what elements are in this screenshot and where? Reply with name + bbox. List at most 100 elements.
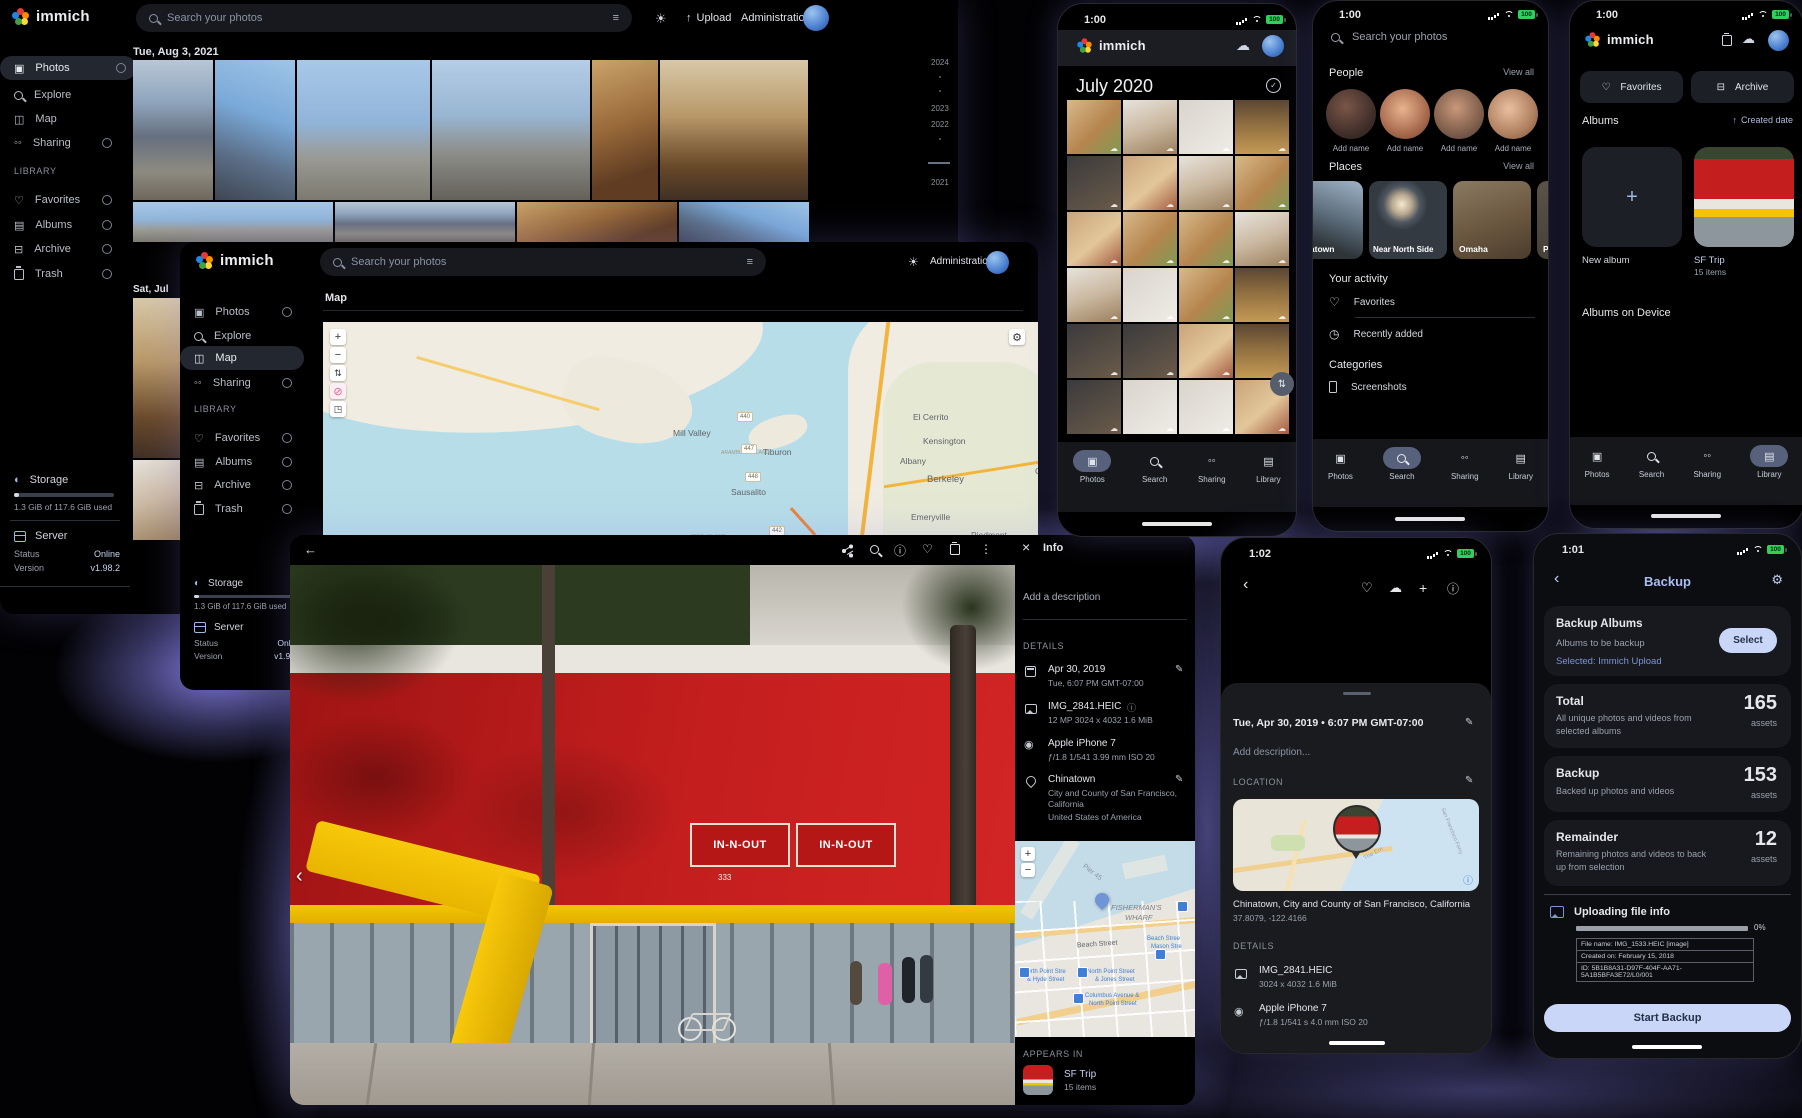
- face-item[interactable]: Add name: [1325, 89, 1377, 153]
- home-indicator[interactable]: [1651, 514, 1721, 518]
- search-input[interactable]: Search your photos ≡: [320, 248, 766, 276]
- add-description-field[interactable]: Add description...: [1233, 747, 1310, 758]
- upload-button[interactable]: ↑ Upload: [686, 12, 731, 24]
- scrubber-handle[interactable]: [928, 162, 950, 164]
- sidebar-item-map[interactable]: ◫Map: [14, 107, 57, 131]
- face-item[interactable]: Add name: [1487, 89, 1539, 153]
- nav-search[interactable]: Search: [1639, 445, 1664, 479]
- previous-photo-icon[interactable]: ‹: [296, 865, 303, 888]
- select-button[interactable]: Select: [1719, 628, 1777, 653]
- people-view-all[interactable]: View all: [1503, 67, 1534, 77]
- sidebar-item-photos[interactable]: ▣Photos: [194, 300, 302, 324]
- map-zoom-in-button[interactable]: +: [330, 329, 346, 345]
- nav-library[interactable]: ▤Library: [1750, 445, 1788, 479]
- sidebar-item-explore[interactable]: Explore: [14, 83, 71, 107]
- sidebar-item-trash[interactable]: Trash: [194, 497, 302, 521]
- place-card[interactable]: Chinatown: [1312, 181, 1363, 259]
- scroll-handle[interactable]: ⇅: [1270, 372, 1294, 396]
- nav-photos[interactable]: ▣Photos: [1585, 445, 1610, 479]
- filter-icon[interactable]: ≡: [613, 12, 619, 24]
- delete-icon[interactable]: [950, 544, 960, 555]
- favorites-row[interactable]: ♡ Favorites: [1329, 295, 1395, 309]
- sidebar-item-albums[interactable]: ▤Albums: [14, 213, 122, 237]
- photo-tile[interactable]: [1123, 212, 1177, 266]
- sidebar-item-archive[interactable]: ⊟Archive: [14, 237, 122, 261]
- photo-thumbnail[interactable]: [660, 60, 808, 200]
- photo-tile[interactable]: [1123, 156, 1177, 210]
- album-card-sftrip[interactable]: [1694, 147, 1794, 247]
- face-item[interactable]: Add name: [1379, 89, 1431, 153]
- map-settings-button[interactable]: ⚙: [1009, 329, 1025, 345]
- info-icon[interactable]: ⓘ: [1447, 580, 1459, 597]
- home-indicator[interactable]: [1142, 522, 1212, 526]
- sidebar-item-photos[interactable]: ▣Photos: [0, 56, 136, 80]
- sidebar-item-sharing[interactable]: ◦◦Sharing: [14, 131, 122, 155]
- sheet-drag-handle[interactable]: [1343, 692, 1371, 695]
- favorite-icon[interactable]: ♡: [922, 542, 933, 556]
- administration-link[interactable]: Administration: [741, 12, 811, 24]
- photo-tile[interactable]: [1179, 268, 1233, 322]
- favorites-button[interactable]: ♡Favorites: [1580, 71, 1683, 103]
- share-icon[interactable]: [842, 545, 853, 556]
- places-view-all[interactable]: View all: [1503, 161, 1534, 171]
- photo-thumbnail[interactable]: [335, 202, 515, 242]
- sidebar-item-sharing[interactable]: ◦◦Sharing: [194, 371, 302, 395]
- photo-tile[interactable]: [1123, 100, 1177, 154]
- sidebar-item-map[interactable]: ◫Map: [180, 346, 304, 370]
- photo-tile[interactable]: [1123, 380, 1177, 434]
- photo-tile[interactable]: [1067, 100, 1121, 154]
- edit-location-icon[interactable]: ✎: [1465, 775, 1473, 786]
- photo-tile[interactable]: [1067, 212, 1121, 266]
- sidebar-item-archive[interactable]: ⊟Archive: [194, 473, 302, 497]
- photo-tile[interactable]: [1179, 212, 1233, 266]
- photo-tile[interactable]: [1067, 268, 1121, 322]
- photo-thumbnail[interactable]: [133, 460, 180, 540]
- sidebar-item-trash[interactable]: Trash: [14, 262, 122, 286]
- photo-tile[interactable]: [1235, 100, 1289, 154]
- sidebar-item-explore[interactable]: Explore: [194, 324, 251, 348]
- home-indicator[interactable]: [1632, 1045, 1702, 1049]
- photo-thumbnail[interactable]: [133, 298, 180, 458]
- recently-added-row[interactable]: ◷ Recently added: [1329, 327, 1423, 341]
- search-input[interactable]: Search your photos ≡: [136, 4, 632, 32]
- cloud-icon[interactable]: ☁: [1389, 580, 1402, 596]
- app-logo[interactable]: immich: [12, 8, 90, 25]
- map-hide-markers-button[interactable]: ⊘: [330, 383, 346, 399]
- map-zoom-in-button[interactable]: +: [1021, 847, 1035, 861]
- settings-gear-icon[interactable]: ⚙: [1771, 572, 1783, 588]
- photo-main[interactable]: IN-N-OUT IN-N-OUT 333 ‹: [290, 565, 1015, 1105]
- photo-thumbnail[interactable]: [297, 60, 430, 200]
- home-indicator[interactable]: [1329, 1041, 1385, 1045]
- cloud-sync-icon[interactable]: ☁: [1236, 37, 1250, 54]
- administration-link[interactable]: Administration: [930, 256, 993, 267]
- home-indicator[interactable]: [1395, 517, 1465, 521]
- photo-tile[interactable]: [1067, 324, 1121, 378]
- album-row[interactable]: SF Trip 15 items: [1023, 1065, 1096, 1095]
- photo-tile[interactable]: [1235, 324, 1289, 378]
- photo-thumbnail[interactable]: [215, 60, 295, 200]
- sort-control[interactable]: ↑ Created date: [1732, 115, 1793, 125]
- edit-date-icon[interactable]: ✎: [1175, 664, 1183, 675]
- add-description-field[interactable]: Add a description: [1023, 592, 1100, 603]
- search-field[interactable]: Search your photos: [1331, 31, 1447, 43]
- map-attribution-icon[interactable]: ⓘ: [1463, 872, 1473, 887]
- map-zoom-out-button[interactable]: −: [1021, 863, 1035, 877]
- start-backup-button[interactable]: Start Backup: [1544, 1004, 1791, 1032]
- user-avatar[interactable]: [803, 5, 829, 31]
- timeline-scrubber[interactable]: 2024 2023 2022 2021: [928, 56, 956, 206]
- photo-tile[interactable]: [1235, 156, 1289, 210]
- place-card[interactable]: Pi: [1537, 181, 1549, 259]
- edit-date-icon[interactable]: ✎: [1465, 717, 1473, 728]
- face-item[interactable]: Add name: [1433, 89, 1485, 153]
- close-icon[interactable]: ×: [1022, 539, 1030, 555]
- map-zoom-out-button[interactable]: −: [330, 347, 346, 363]
- user-avatar[interactable]: [986, 251, 1009, 274]
- photo-tile[interactable]: [1123, 324, 1177, 378]
- photo-tile[interactable]: [1179, 380, 1233, 434]
- photo-tile[interactable]: [1235, 268, 1289, 322]
- app-logo[interactable]: immich: [196, 252, 274, 269]
- nav-sharing[interactable]: ◦◦Sharing: [1693, 445, 1721, 479]
- nav-photos[interactable]: ▣Photos: [1328, 447, 1353, 481]
- trash-icon[interactable]: [1722, 35, 1732, 46]
- add-icon[interactable]: +: [1419, 580, 1427, 596]
